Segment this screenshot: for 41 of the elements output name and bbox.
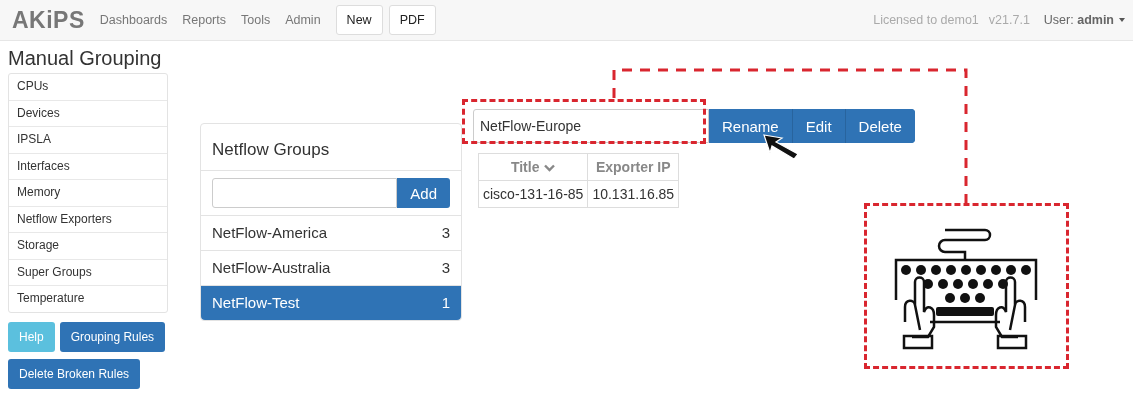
toolbar-button[interactable]: Delete — [844, 109, 915, 143]
column-header[interactable]: Title — [478, 153, 588, 181]
action-button[interactable]: Grouping Rules — [59, 321, 166, 352]
table-cell: cisco-131-16-85 — [478, 180, 588, 208]
license-text: Licensed to demo1 — [873, 13, 979, 27]
group-name: NetFlow-Test — [212, 293, 300, 313]
caret-icon — [1119, 18, 1125, 22]
group-count: 1 — [441, 293, 450, 313]
brand-logo[interactable]: AKiPS — [12, 6, 85, 34]
sidebar-item[interactable]: Super Groups — [9, 259, 167, 286]
table-cell: 10.131.16.85 — [587, 180, 679, 208]
nav-link[interactable]: Reports — [182, 13, 226, 27]
add-button[interactable]: Add — [397, 178, 450, 208]
sidebar-item[interactable]: Interfaces — [9, 153, 167, 180]
nav-link[interactable]: Tools — [241, 13, 271, 27]
nav-button[interactable]: New — [335, 5, 383, 35]
nav-link[interactable]: Dashboards — [99, 13, 168, 27]
chevron-down-icon — [544, 164, 556, 172]
action-button[interactable]: Delete Broken Rules — [8, 358, 141, 389]
sidebar-item[interactable]: IPSLA — [9, 127, 167, 154]
group-count: 3 — [441, 258, 450, 278]
sidebar-item[interactable]: Devices — [9, 100, 167, 127]
panel-title: Netflow Groups — [201, 124, 461, 171]
nav-button[interactable]: PDF — [388, 5, 436, 35]
group-name: NetFlow-America — [212, 223, 328, 243]
version-text: v21.7.1 — [988, 13, 1030, 27]
sidebar-item[interactable]: Memory — [9, 180, 167, 207]
group-item[interactable]: NetFlow-America 3 — [201, 216, 461, 251]
page-title: Manual Grouping — [8, 47, 163, 70]
sidebar-item[interactable]: CPUs — [9, 74, 167, 101]
column-header[interactable]: Exporter IP — [587, 153, 679, 181]
user-menu[interactable]: User: admin — [1043, 13, 1114, 27]
group-name: NetFlow-Australia — [212, 258, 331, 278]
sidebar-item[interactable]: Storage — [9, 233, 167, 260]
nav-link[interactable]: Admin — [285, 13, 321, 27]
input-field[interactable] — [212, 178, 398, 208]
group-item[interactable]: NetFlow-Test 1 — [201, 286, 461, 320]
name-field[interactable]: NetFlow-Europe — [473, 109, 709, 143]
sidebar-item[interactable]: Temperature — [9, 286, 167, 312]
group-count: 3 — [441, 223, 450, 243]
sidebar-item[interactable]: Netflow Exporters — [9, 206, 167, 233]
